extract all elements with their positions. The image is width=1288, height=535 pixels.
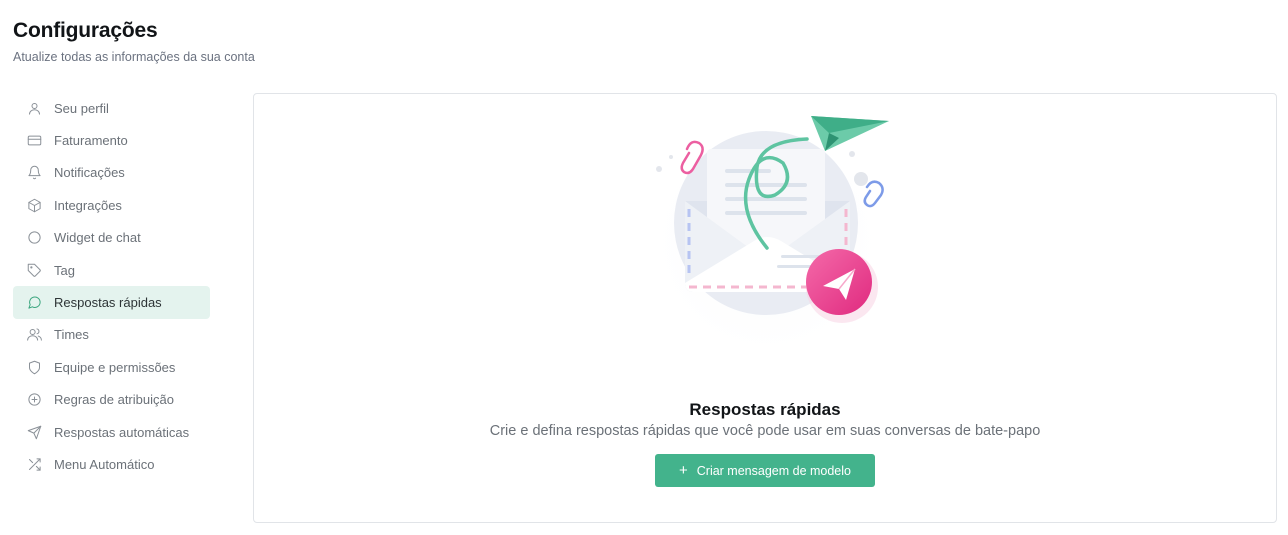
sidebar-item-respostas-rapidas[interactable]: Respostas rápidas	[13, 286, 210, 319]
circle-icon	[26, 230, 42, 246]
settings-sidebar: Seu perfil Faturamento Notificações Inte…	[13, 92, 210, 481]
envelope-illustration	[649, 116, 889, 361]
empty-state-title: Respostas rápidas	[689, 400, 841, 419]
shield-icon	[26, 359, 42, 375]
sidebar-item-label: Notificações	[54, 165, 125, 181]
sidebar-item-faturamento[interactable]: Faturamento	[13, 124, 210, 156]
plus-circle-icon	[26, 392, 42, 408]
credit-card-icon	[26, 133, 42, 149]
page-title: Configurações	[13, 19, 158, 42]
bell-icon	[26, 165, 42, 181]
sidebar-item-tag[interactable]: Tag	[13, 254, 210, 286]
create-template-message-label: Criar mensagem de modelo	[696, 463, 851, 478]
sidebar-item-seu-perfil[interactable]: Seu perfil	[13, 92, 210, 124]
tag-icon	[26, 262, 42, 278]
sidebar-item-regras-de-atribuicao[interactable]: Regras de atribuição	[13, 384, 210, 416]
sidebar-item-times[interactable]: Times	[13, 319, 210, 351]
sidebar-item-label: Times	[54, 327, 89, 343]
sidebar-item-label: Seu perfil	[54, 100, 109, 116]
sidebar-item-label: Tag	[54, 262, 75, 278]
empty-state-description: Crie e defina respostas rápidas que você…	[489, 423, 1041, 439]
plus-icon: +	[678, 462, 688, 479]
user-icon	[26, 100, 42, 116]
page-subtitle: Atualize todas as informações da sua con…	[13, 50, 255, 64]
sidebar-item-label: Equipe e permissões	[54, 359, 176, 375]
sidebar-item-notificacoes[interactable]: Notificações	[13, 157, 210, 189]
sidebar-item-label: Integrações	[54, 197, 122, 213]
shuffle-icon	[26, 456, 42, 472]
cube-icon	[26, 197, 42, 213]
sidebar-item-widget-de-chat[interactable]: Widget de chat	[13, 222, 210, 254]
sidebar-item-label: Respostas rápidas	[54, 295, 162, 311]
users-icon	[26, 327, 42, 343]
create-template-message-button[interactable]: + Criar mensagem de modelo	[655, 454, 875, 487]
sidebar-item-label: Faturamento	[54, 133, 128, 149]
sidebar-item-menu-automatico[interactable]: Menu Automático	[13, 448, 210, 480]
sidebar-item-label: Widget de chat	[54, 230, 141, 246]
quick-replies-panel: Respostas rápidas Crie e defina resposta…	[253, 93, 1277, 523]
sidebar-item-equipe-e-permissoes[interactable]: Equipe e permissões	[13, 351, 210, 383]
send-icon	[26, 424, 42, 440]
page-header: Configurações Atualize todas as informaç…	[13, 18, 255, 65]
message-circle-icon	[26, 295, 42, 311]
sidebar-item-label: Regras de atribuição	[54, 392, 174, 408]
sidebar-item-label: Respostas automáticas	[54, 424, 190, 440]
sidebar-item-integracoes[interactable]: Integrações	[13, 189, 210, 221]
sidebar-item-respostas-automaticas[interactable]: Respostas automáticas	[13, 416, 210, 448]
sidebar-item-label: Menu Automático	[54, 456, 155, 472]
